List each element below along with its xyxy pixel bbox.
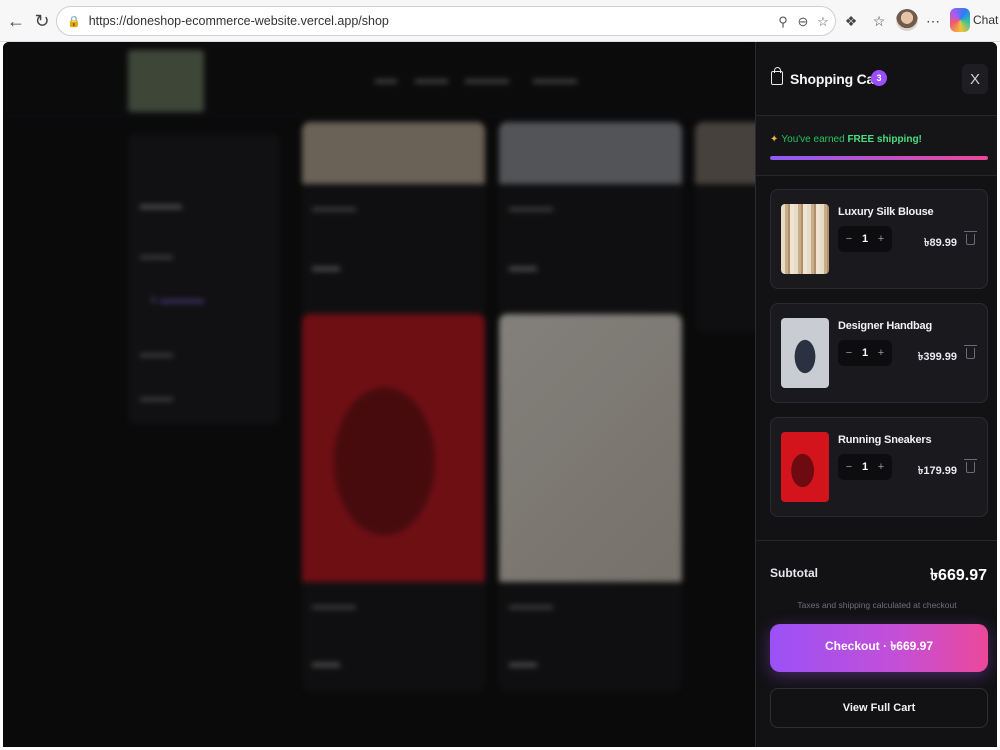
product-card: ▬▬▬▬ ▬▬ [302,122,485,332]
shipping-progress-bar [770,156,988,160]
favorites-icon[interactable]: ☆ [868,10,890,32]
cart-count-badge: 3 [871,70,887,86]
decrease-quantity-button[interactable]: − [844,461,854,473]
cart-item-name: Designer Handbag [838,320,932,332]
browser-toolbar: ← ↻ 🔒 https://doneshop-ecommerce-website… [0,0,1000,42]
shipping-prefix: You've earned [781,134,848,145]
more-icon[interactable]: ⋯ [922,10,944,32]
zoom-out-icon[interactable]: ⊖ [795,14,811,30]
cart-item: Designer Handbag − 1 + ৳399.99 [770,303,988,403]
increase-quantity-button[interactable]: + [876,233,886,245]
quantity-stepper: − 1 + [838,340,892,366]
product-image [499,314,682,582]
shop-nav-item: ▬▬▬▬ [533,74,577,86]
quantity-value: 1 [861,347,869,359]
shopping-bag-icon [771,67,783,85]
product-card: ▬▬▬▬ ▬▬ [302,314,485,692]
product-image [499,122,682,184]
cart-item-price: ৳179.99 [917,465,957,477]
shop-nav-item: ▬▬ [375,74,397,86]
product-card [695,122,755,332]
key-icon[interactable]: ⚲ [775,14,791,30]
tax-note: Taxes and shipping calculated at checkou… [797,600,957,610]
trash-icon[interactable] [964,345,977,359]
url-text: https://doneshop-ecommerce-website.verce… [88,14,389,28]
product-image [695,122,755,184]
close-cart-button[interactable]: X [962,64,988,94]
copilot-icon[interactable] [950,8,970,32]
trash-icon[interactable] [964,231,977,245]
quantity-stepper: − 1 + [838,454,892,480]
cart-item-name: Running Sneakers [838,434,932,446]
cart-item: Luxury Silk Blouse − 1 + ৳89.99 [770,189,988,289]
shipping-highlight: FREE shipping! [847,134,922,145]
free-shipping-banner [756,116,997,176]
increase-quantity-button[interactable]: + [876,461,886,473]
decrease-quantity-button[interactable]: − [844,233,854,245]
party-popper-icon: ✦ [770,134,779,145]
quantity-value: 1 [861,233,869,245]
checkout-button[interactable]: Checkout · ৳669.97 [770,624,988,672]
cart-item-price: ৳399.99 [917,351,957,363]
back-arrow-icon[interactable]: ← [4,9,28,33]
filters-panel: ▬▬▬ ▬▬▬ ● ▬▬▬▬ ▬▬▬ ▬▬▬ [128,134,280,424]
subtotal-value: ৳669.97 [930,567,987,584]
profile-avatar[interactable] [896,9,918,31]
trash-icon[interactable] [964,459,977,473]
subtotal-label: Subtotal [770,566,818,580]
cart-item-name: Luxury Silk Blouse [838,206,934,218]
cart-item-price: ৳89.99 [923,237,957,249]
cart-drawer: Shopping Cart 3 X ✦ You've earned FREE sh… [755,42,997,747]
product-thumbnail-blouse [781,204,829,274]
shipping-progress-fill [770,156,988,160]
shop-nav-item: ▬▬▬ [415,74,448,86]
product-thumbnail-handbag [781,318,829,388]
page-viewport: ▬▬ ▬▬▬ ▬▬▬▬ ▬▬▬▬ ▬▬▬ ▬▬▬ ● ▬▬▬▬ ▬▬▬ ▬▬▬ … [3,42,997,747]
site-info-icon[interactable]: 🔒 [67,15,81,28]
cart-item: Running Sneakers − 1 + ৳179.99 [770,417,988,517]
shop-logo [128,50,204,112]
increase-quantity-button[interactable]: + [876,347,886,359]
cart-title: Shopping Cart [790,71,884,87]
chat-label[interactable]: Chat [973,13,998,27]
view-full-cart-button[interactable]: View Full Cart [770,688,988,728]
favorite-star-icon[interactable]: ☆ [815,14,831,30]
decrease-quantity-button[interactable]: − [844,347,854,359]
product-image [302,122,485,184]
free-shipping-message: ✦ You've earned FREE shipping! [770,134,922,145]
refresh-icon[interactable]: ↻ [30,9,54,33]
blurred-shop-page: ▬▬ ▬▬▬ ▬▬▬▬ ▬▬▬▬ ▬▬▬ ▬▬▬ ● ▬▬▬▬ ▬▬▬ ▬▬▬ … [3,42,755,747]
quantity-stepper: − 1 + [838,226,892,252]
product-image [302,314,485,582]
cart-header: Shopping Cart 3 X [756,42,997,116]
shop-nav-item: ▬▬▬▬ [465,74,509,86]
product-card: ▬▬▬▬ ▬▬ [499,314,682,692]
quantity-value: 1 [861,461,869,473]
address-bar[interactable]: 🔒 https://doneshop-ecommerce-website.ver… [56,6,836,36]
product-card: ▬▬▬▬ ▬▬ [499,122,682,332]
product-thumbnail-sneakers [781,432,829,502]
extensions-icon[interactable]: ❖ [840,10,862,32]
cart-overlay-backdrop[interactable]: ▬▬ ▬▬▬ ▬▬▬▬ ▬▬▬▬ ▬▬▬ ▬▬▬ ● ▬▬▬▬ ▬▬▬ ▬▬▬ … [3,42,755,747]
